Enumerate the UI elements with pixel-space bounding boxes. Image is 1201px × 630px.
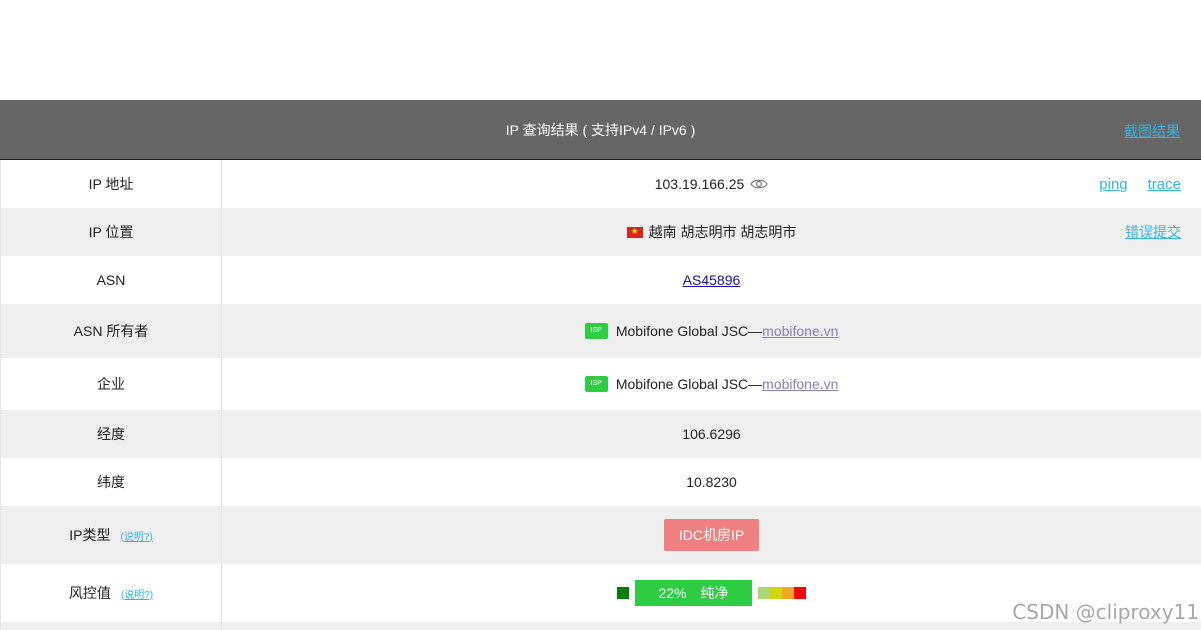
risk-indicator-dot (617, 587, 629, 599)
asn-owner-domain-link[interactable]: mobifone.vn (762, 323, 838, 339)
risk-scale-low (758, 587, 770, 599)
row-latitude: 纬度 10.8230 (0, 458, 1201, 506)
ip-location-label: IP 位置 (1, 208, 222, 256)
row-ip-type: IP类型 (说明?) IDC机房IP (0, 506, 1201, 564)
risk-status: 纯净 (700, 585, 729, 601)
risk-meter: 22% 纯净 (617, 580, 806, 606)
trace-link[interactable]: trace (1148, 176, 1181, 193)
longitude-label: 经度 (1, 410, 222, 458)
ip-address-value: 103.19.166.25 (654, 176, 745, 192)
ip-address-value-cell: 103.19.166.25 ping trace (222, 160, 1201, 208)
asn-owner-value-cell: ISP Mobifone Global JSC— mobifone.vn (222, 304, 1201, 358)
result-title: IP 查询结果 ( 支持IPv4 / IPv6 ) (505, 121, 696, 138)
location-tools: 错误提交 (1125, 208, 1181, 256)
row-asn: ASN AS45896 (0, 256, 1201, 304)
result-header: IP 查询结果 ( 支持IPv4 / IPv6 ) 截图结果 (0, 100, 1201, 160)
company-name: Mobifone Global JSC— (615, 376, 763, 392)
asn-label: ASN (1, 256, 222, 304)
ip-address-label: IP 地址 (1, 160, 222, 208)
ip-location-value: 越南 胡志明市 胡志明市 (648, 224, 797, 240)
ip-location-value-cell: 越南 胡志明市 胡志明市 错误提交 (222, 208, 1201, 256)
ip-type-label-cell: IP类型 (说明?) (1, 506, 222, 564)
risk-scale (758, 587, 806, 599)
company-label: 企业 (1, 358, 222, 410)
row-ip-location: IP 位置 越南 胡志明市 胡志明市 错误提交 (0, 208, 1201, 256)
vietnam-flag-icon (626, 226, 643, 238)
risk-explain-link[interactable]: (说明?) (121, 586, 153, 601)
ip-type-value-cell: IDC机房IP (222, 506, 1201, 564)
latitude-value: 10.8230 (686, 474, 737, 490)
company-value-cell: ISP Mobifone Global JSC— mobifone.vn (222, 358, 1201, 410)
ip-type-explain-link[interactable]: (说明?) (121, 528, 153, 543)
risk-percent: 22% (658, 585, 687, 601)
ip-type-label: IP类型 (69, 527, 111, 543)
longitude-value: 106.6296 (682, 426, 741, 442)
risk-scale-medium (770, 587, 782, 599)
risk-label: 风控值 (68, 585, 111, 601)
company-domain-link[interactable]: mobifone.vn (762, 376, 838, 392)
row-asn-owner: ASN 所有者 ISP Mobifone Global JSC— mobifon… (0, 304, 1201, 358)
risk-scale-critical (794, 587, 806, 599)
asn-owner-name: Mobifone Global JSC— (615, 323, 763, 339)
risk-score-bar: 22% 纯净 (635, 580, 752, 606)
row-company: 企业 ISP Mobifone Global JSC— mobifone.vn (0, 358, 1201, 410)
next-label-cell (1, 622, 222, 630)
ip-type-badge: IDC机房IP (663, 519, 760, 551)
latitude-value-cell: 10.8230 (222, 458, 1201, 506)
risk-scale-high (782, 587, 794, 599)
ping-link[interactable]: ping (1099, 176, 1127, 193)
watermark: CSDN @cliproxy11 (1012, 600, 1199, 624)
ip-tools: ping trace (1099, 160, 1181, 208)
isp-badge: ISP (584, 323, 608, 339)
longitude-value-cell: 106.6296 (222, 410, 1201, 458)
eye-icon[interactable] (750, 178, 768, 190)
screenshot-result-link[interactable]: 截图结果 (1124, 121, 1180, 141)
row-longitude: 经度 106.6296 (0, 410, 1201, 458)
asn-owner-label: ASN 所有者 (1, 304, 222, 358)
asn-value-cell: AS45896 (222, 256, 1201, 304)
asn-link[interactable]: AS45896 (683, 272, 741, 288)
isp-badge: ISP (584, 376, 608, 392)
report-error-link[interactable]: 错误提交 (1125, 222, 1181, 242)
row-ip-address: IP 地址 103.19.166.25 ping trace (0, 160, 1201, 208)
latitude-label: 纬度 (1, 458, 222, 506)
risk-label-cell: 风控值 (说明?) (1, 564, 222, 622)
top-blank-area (0, 0, 1201, 100)
